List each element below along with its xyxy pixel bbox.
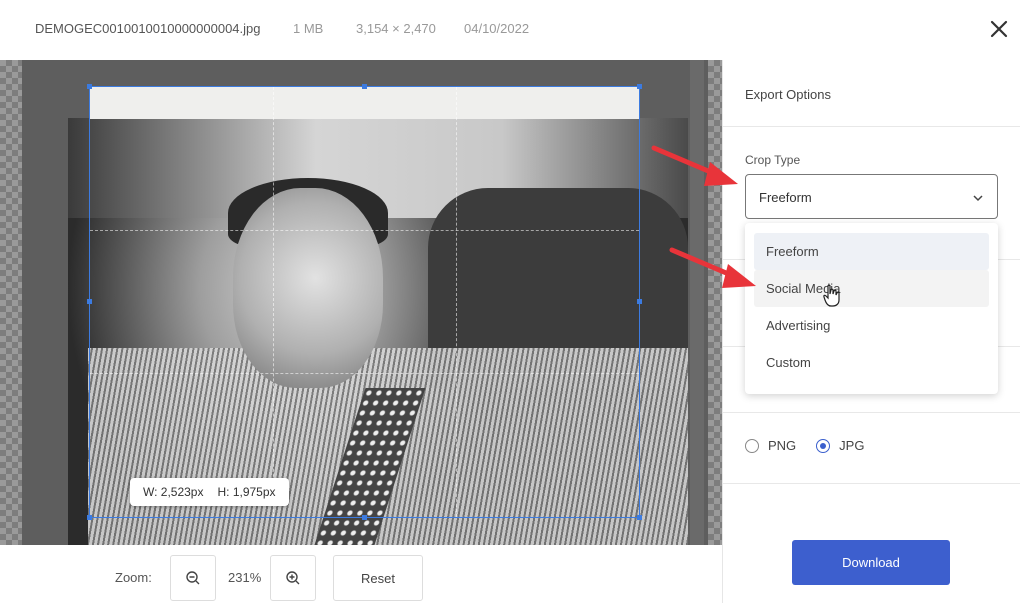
annotation-arrow-icon (651, 145, 738, 186)
download-button[interactable]: Download (792, 540, 950, 585)
format-jpg-label: JPG (839, 438, 865, 453)
crop-option-social-media[interactable]: Social Media (754, 270, 989, 307)
crop-handle-ml[interactable] (87, 299, 92, 304)
format-radio-group: PNG JPG (745, 438, 864, 453)
zoom-in-button[interactable] (270, 555, 316, 601)
crop-box[interactable] (87, 84, 642, 520)
image-stage[interactable]: W: 2,523px H: 1,975px (0, 60, 722, 545)
photo-paper-edge (90, 87, 639, 119)
crop-type-label: Crop Type (745, 153, 801, 167)
film-edge (690, 60, 704, 545)
crop-handle-tm[interactable] (362, 84, 367, 89)
header-bar: DEMOGEC0010010010000000004.jpg 1 MB 3,15… (0, 0, 1020, 60)
format-jpg-radio[interactable]: JPG (816, 438, 864, 453)
crop-type-dropdown-menu: Freeform Social Media Advertising Custom (745, 223, 998, 394)
zoom-label: Zoom: (115, 570, 152, 585)
crop-option-freeform[interactable]: Freeform (754, 233, 989, 270)
crop-option-custom[interactable]: Custom (754, 344, 989, 381)
zoom-in-icon (286, 571, 300, 585)
hand-cursor-icon (823, 284, 840, 307)
divider (723, 126, 1020, 127)
radio-checked-icon (816, 438, 831, 453)
crop-handle-br[interactable] (637, 515, 642, 520)
image-dimensions: 3,154 × 2,470 (356, 21, 436, 36)
crop-handle-tr[interactable] (637, 84, 642, 89)
crop-handle-tl[interactable] (87, 84, 92, 89)
reset-button[interactable]: Reset (333, 555, 423, 601)
crop-height: H: 1,975px (217, 485, 276, 499)
panel-title: Export Options (745, 87, 831, 102)
radio-unchecked-icon (745, 438, 759, 453)
zoom-out-button[interactable] (170, 555, 216, 601)
zoom-toolbar: Zoom: 231% Reset (0, 545, 722, 603)
file-size: 1 MB (293, 21, 324, 36)
format-png-label: PNG (768, 438, 797, 453)
zoom-value: 231% (228, 570, 262, 585)
zoom-out-icon (186, 571, 200, 585)
crop-dimensions-badge: W: 2,523px H: 1,975px (130, 478, 289, 506)
file-date: 04/10/2022 (464, 21, 530, 36)
chevron-down-icon (973, 195, 983, 202)
crop-option-advertising[interactable]: Advertising (754, 307, 989, 344)
file-name: DEMOGEC0010010010000000004.jpg (35, 21, 261, 36)
format-png-radio[interactable]: PNG (745, 438, 796, 453)
divider (723, 483, 1020, 484)
export-options-panel: Export Options Crop Type Freeform Freefo… (722, 60, 1020, 603)
crop-handle-mr[interactable] (637, 299, 642, 304)
annotation-arrow-icon (669, 247, 756, 288)
crop-type-select[interactable]: Freeform (745, 174, 998, 219)
close-icon[interactable] (984, 14, 1014, 44)
crop-handle-bl[interactable] (87, 515, 92, 520)
crop-handle-bm[interactable] (362, 515, 367, 520)
crop-type-value: Freeform (759, 190, 812, 205)
divider (723, 412, 1020, 413)
crop-width: W: 2,523px (143, 485, 204, 499)
